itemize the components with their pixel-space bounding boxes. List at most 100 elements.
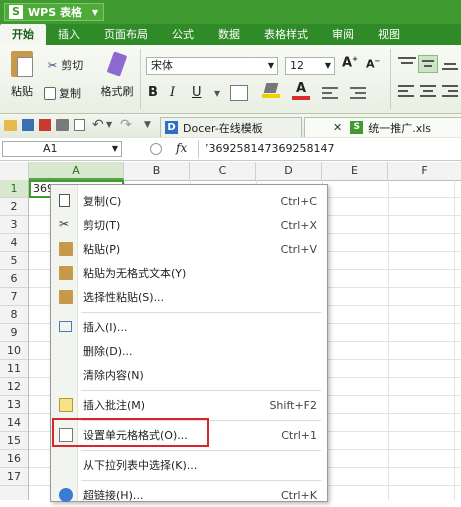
menu-item-paste[interactable]: 粘贴(P) Ctrl+V	[51, 237, 327, 261]
column-header-b[interactable]: B	[124, 162, 190, 180]
menu-item-copy[interactable]: 复制(C) Ctrl+C	[51, 189, 327, 213]
italic-button[interactable]: I	[170, 85, 175, 100]
row-header[interactable]: 1	[0, 180, 28, 198]
tab-review[interactable]: 审阅	[320, 24, 366, 45]
row-header[interactable]: 17	[0, 468, 28, 486]
underline-dropdown-icon[interactable]: ▾	[214, 86, 220, 100]
align-middle-icon[interactable]	[418, 55, 438, 73]
row-header[interactable]: 9	[0, 324, 28, 342]
fill-color-button[interactable]	[262, 83, 280, 99]
row-header[interactable]: 3	[0, 216, 28, 234]
row-header[interactable]: 2	[0, 198, 28, 216]
text-direction-icon[interactable]	[322, 85, 338, 99]
menu-item-hyperlink[interactable]: 超链接(H)... Ctrl+K	[51, 483, 327, 507]
menu-item-shortcut: Ctrl+1	[281, 428, 317, 442]
row-header[interactable]: 4	[0, 234, 28, 252]
wps-logo-icon: S	[9, 5, 23, 19]
column-header-e[interactable]: E	[322, 162, 388, 180]
column-header-a[interactable]: A	[29, 162, 124, 180]
align-top-icon[interactable]	[398, 57, 416, 71]
cut-button[interactable]: ✂ 剪切	[48, 57, 83, 73]
formula-bar: A1 ▼ fx ’369258147369258147	[0, 138, 461, 161]
menu-item-paste-as-text[interactable]: 粘贴为无格式文本(Y)	[51, 261, 327, 285]
tab-page-layout[interactable]: 页面布局	[92, 24, 160, 45]
paste-button[interactable]: 粘贴	[6, 51, 38, 107]
xls-file-icon: S	[350, 121, 364, 134]
tab-data[interactable]: 数据	[206, 24, 252, 45]
cut-icon: ✂	[59, 217, 70, 231]
function-icon[interactable]: fx	[176, 141, 187, 155]
column-header-c[interactable]: C	[190, 162, 256, 180]
align-center-icon[interactable]	[420, 85, 436, 99]
undo-dropdown-icon[interactable]: ▼	[106, 120, 112, 129]
font-color-icon: A	[295, 81, 307, 96]
app-menu-button[interactable]: S WPS 表格 ▼	[4, 3, 104, 21]
shrink-font-button[interactable]: A−	[366, 57, 380, 71]
align-left-icon[interactable]	[398, 85, 414, 99]
menu-separator	[81, 312, 321, 313]
tab-home[interactable]: 开始	[0, 24, 46, 45]
menu-item-insert[interactable]: 插入(I)...	[51, 315, 327, 339]
menu-item-insert-comment[interactable]: 插入批注(M) Shift+F2	[51, 393, 327, 417]
grow-font-button[interactable]: A+	[342, 55, 358, 70]
underline-button[interactable]: U	[192, 85, 202, 100]
print-preview-icon[interactable]	[74, 119, 85, 131]
row-header[interactable]: 11	[0, 360, 28, 378]
name-box[interactable]: A1 ▼	[2, 141, 122, 157]
row-header[interactable]: 13	[0, 396, 28, 414]
open-folder-icon[interactable]	[4, 120, 17, 131]
border-icon[interactable]	[230, 85, 248, 101]
select-all-corner[interactable]	[0, 162, 29, 180]
doc-tab-xls[interactable]: ✕ S 统一推广.xls	[304, 117, 461, 137]
doc-tab-label: Docer-在线模板	[183, 121, 263, 135]
print-icon[interactable]	[56, 119, 69, 131]
row-header[interactable]: 10	[0, 342, 28, 360]
row-header[interactable]: 5	[0, 252, 28, 270]
row-header[interactable]: 6	[0, 270, 28, 288]
tab-view[interactable]: 视图	[366, 24, 412, 45]
column-headers: A B C D E F	[0, 162, 461, 181]
bold-button[interactable]: B	[148, 85, 158, 100]
indent-icon[interactable]	[350, 85, 366, 99]
menu-item-paste-special[interactable]: 选择性粘贴(S)...	[51, 285, 327, 309]
menu-item-cut[interactable]: ✂ 剪切(T) Ctrl+X	[51, 213, 327, 237]
format-painter-button[interactable]: 格式刷	[100, 51, 134, 107]
format-painter-label: 格式刷	[100, 85, 134, 98]
grow-font-label: A	[342, 55, 353, 71]
doc-tab-docer[interactable]: D Docer-在线模板	[160, 117, 302, 137]
menu-item-pick-from-list[interactable]: 从下拉列表中选择(K)...	[51, 453, 327, 477]
undo-icon[interactable]: ↶	[92, 117, 104, 133]
align-bottom-icon[interactable]	[442, 57, 458, 71]
pdf-export-icon[interactable]	[39, 119, 51, 131]
row-header[interactable]: 16	[0, 450, 28, 468]
ribbon: 粘贴 ✂ 剪切 复制 格式刷 宋体 ▼ 12 ▼ A+ A− B I U ▾ A	[0, 45, 461, 114]
zoom-icon[interactable]	[150, 143, 162, 155]
row-header[interactable]: 12	[0, 378, 28, 396]
row-header[interactable]: 14	[0, 414, 28, 432]
customize-toolbar-icon[interactable]: ▼	[144, 120, 151, 130]
menu-item-delete[interactable]: 删除(D)...	[51, 339, 327, 363]
redo-icon[interactable]: ↷	[120, 117, 132, 133]
menu-item-label: 清除内容(N)	[83, 369, 144, 382]
font-name-select[interactable]: 宋体 ▼	[146, 57, 278, 75]
font-color-button[interactable]: A	[292, 81, 310, 100]
column-header-d[interactable]: D	[256, 162, 322, 180]
close-tab-icon[interactable]: ✕	[333, 121, 342, 134]
menu-item-clear-contents[interactable]: 清除内容(N)	[51, 363, 327, 387]
font-size-select[interactable]: 12 ▼	[285, 57, 335, 75]
row-header[interactable]: 7	[0, 288, 28, 306]
tab-insert[interactable]: 插入	[46, 24, 92, 45]
paint-bucket-icon	[263, 83, 279, 93]
row-header[interactable]: 8	[0, 306, 28, 324]
tab-formulas[interactable]: 公式	[160, 24, 206, 45]
menu-separator	[81, 450, 321, 451]
column-header-f[interactable]: F	[388, 162, 461, 180]
tab-table-style[interactable]: 表格样式	[252, 24, 320, 45]
align-right-icon[interactable]	[442, 85, 458, 99]
copy-button[interactable]: 复制	[44, 85, 81, 101]
save-icon[interactable]	[22, 119, 34, 131]
row-header[interactable]: 15	[0, 432, 28, 450]
paste-special-icon	[59, 290, 73, 304]
formula-input[interactable]: ’369258147369258147	[205, 142, 334, 155]
highlight-box	[52, 418, 209, 447]
